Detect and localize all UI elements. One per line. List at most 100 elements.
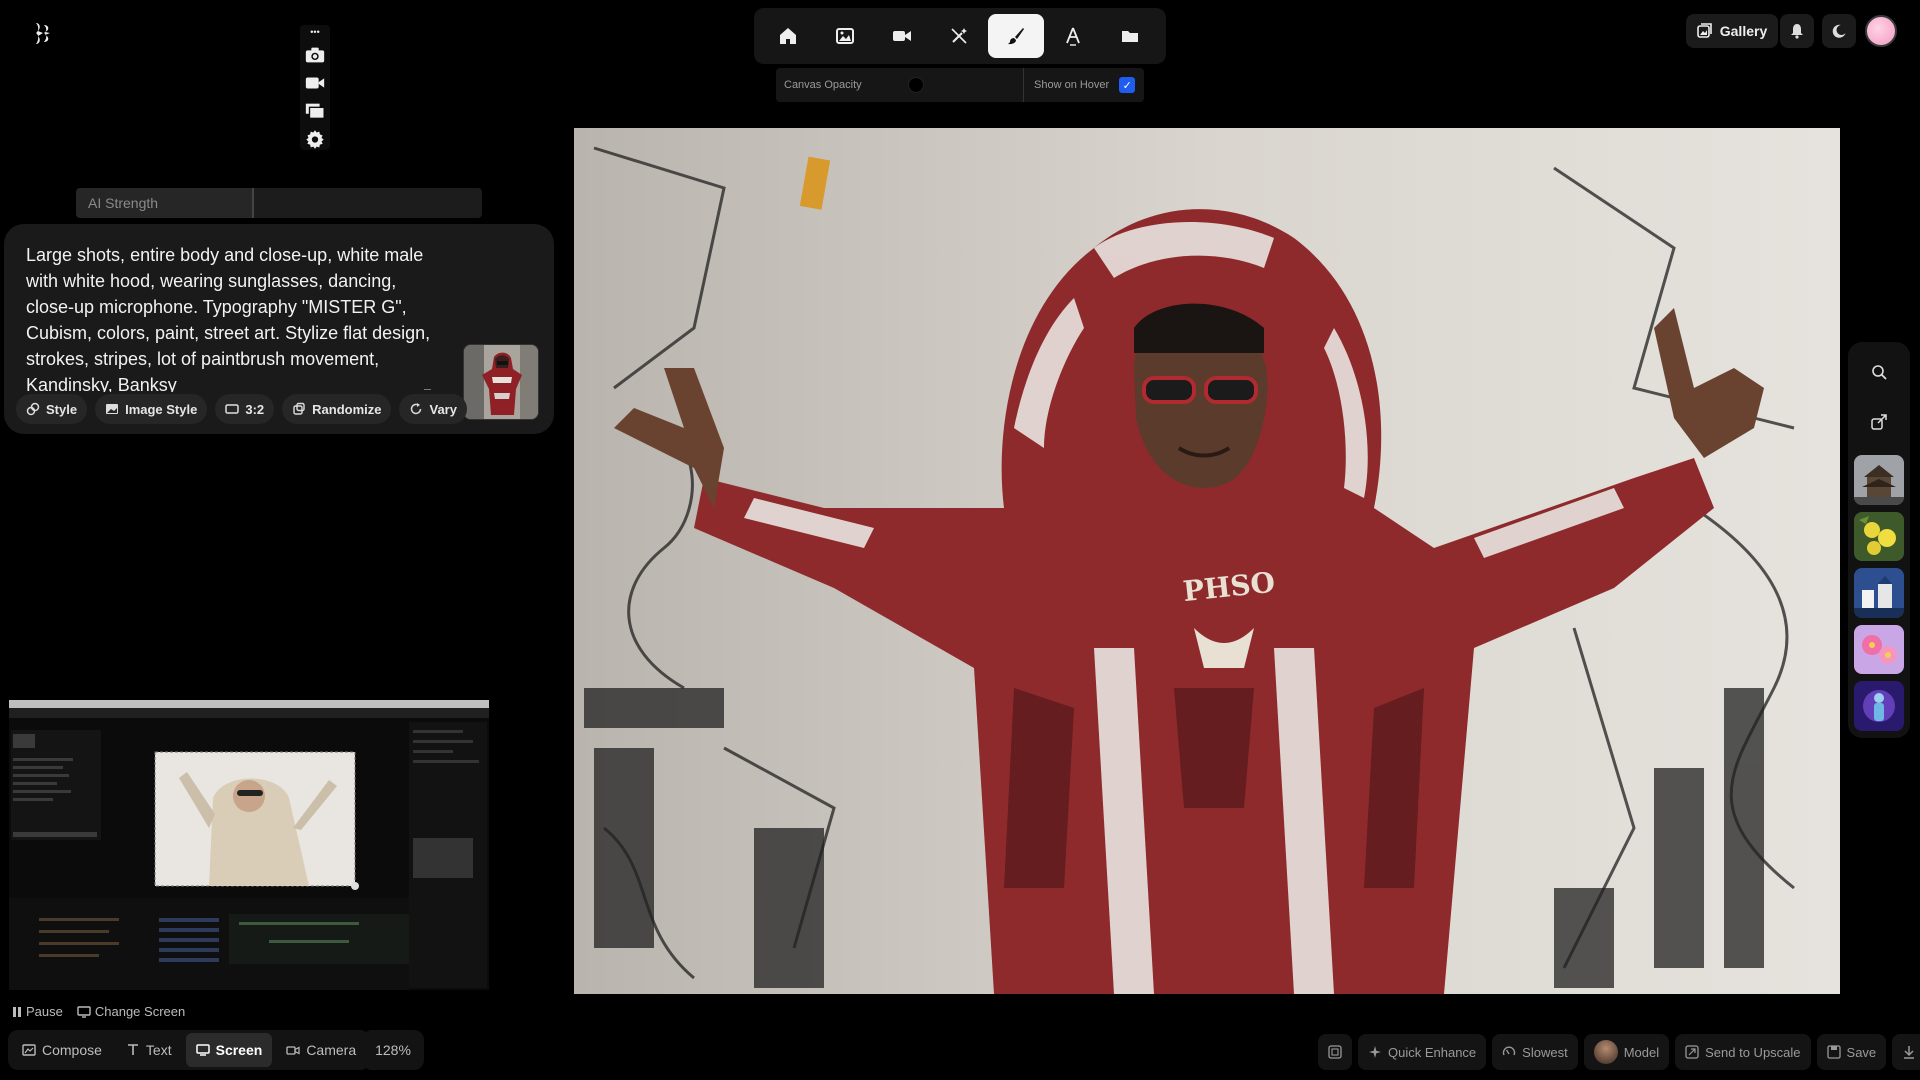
- share-icon: [1871, 413, 1887, 430]
- image-style-label: Image Style: [125, 401, 198, 417]
- image-style-icon: [106, 404, 119, 414]
- link-icon: [26, 402, 40, 416]
- theme-toggle-button[interactable]: [1822, 14, 1856, 48]
- download-icon: [1904, 1046, 1915, 1059]
- action-bar: Quick Enhance Slowest Model Send to Upsc…: [1318, 1034, 1920, 1070]
- app-logo[interactable]: [30, 20, 56, 46]
- magic-wand-off-icon: [951, 28, 967, 44]
- send-to-upscale-button[interactable]: Send to Upscale: [1675, 1034, 1811, 1070]
- download-button[interactable]: [1892, 1034, 1920, 1070]
- notifications-button[interactable]: [1780, 14, 1814, 48]
- home-button[interactable]: [760, 14, 816, 58]
- history-thumbnail[interactable]: [1854, 455, 1904, 505]
- screen-tab[interactable]: Screen: [185, 1033, 273, 1067]
- ai-strength-slider[interactable]: AI Strength: [76, 188, 482, 218]
- brush-icon: [1008, 28, 1024, 45]
- more-icon[interactable]: •••: [310, 27, 319, 37]
- pause-button[interactable]: Pause: [12, 1004, 63, 1019]
- history-thumbnail[interactable]: [1854, 511, 1904, 562]
- reference-image: [464, 345, 538, 419]
- image-style-chip[interactable]: Image Style: [95, 394, 208, 424]
- speed-button[interactable]: Slowest: [1492, 1034, 1578, 1070]
- text-tool-icon: [1066, 27, 1080, 46]
- monitor-icon: [77, 1005, 91, 1018]
- upscale-icon: [1685, 1045, 1699, 1059]
- save-icon: [1826, 1045, 1841, 1059]
- history-thumbnail[interactable]: [1854, 568, 1904, 618]
- reference-image-thumbnail[interactable]: [463, 344, 539, 420]
- show-on-hover-label: Show on Hover: [1034, 79, 1110, 91]
- camera-tab[interactable]: Camera: [276, 1033, 366, 1067]
- dice-icon: [293, 402, 305, 415]
- camera-tab-icon: [286, 1046, 300, 1055]
- speed-label: Slowest: [1522, 1044, 1568, 1060]
- aspect-ratio-chip[interactable]: 3:2: [215, 394, 275, 424]
- history-thumbnail[interactable]: [1854, 681, 1904, 731]
- style-label: Style: [46, 401, 78, 417]
- screen-icon: [195, 1044, 210, 1056]
- magic-wand-button[interactable]: [931, 14, 987, 58]
- settings-icon[interactable]: [304, 129, 326, 149]
- vary-chip[interactable]: Vary: [399, 394, 467, 424]
- mode-toolbar: [754, 8, 1166, 64]
- change-screen-label: Change Screen: [94, 1004, 186, 1019]
- gallery-icon: [1696, 23, 1712, 38]
- randomize-chip[interactable]: Randomize: [282, 394, 392, 424]
- show-on-hover-toggle[interactable]: Show on Hover ✓: [1024, 77, 1136, 93]
- text-mode-button[interactable]: [1045, 14, 1101, 58]
- home-icon: [780, 28, 796, 44]
- video-mode-button[interactable]: [874, 14, 930, 58]
- style-chip[interactable]: Style: [16, 394, 88, 424]
- prompt-panel: Large shots, entire body and close-up, w…: [4, 224, 554, 434]
- model-button[interactable]: Model: [1583, 1034, 1670, 1070]
- compose-label: Compose: [42, 1042, 102, 1058]
- files-button[interactable]: [1102, 14, 1158, 58]
- sparkle-icon: [1369, 1046, 1381, 1058]
- canvas-opacity-bar: Canvas Opacity Show on Hover ✓: [776, 68, 1144, 102]
- prompt-textarea[interactable]: Large shots, entire body and close-up, w…: [26, 242, 431, 392]
- camera-label: Camera: [306, 1042, 357, 1058]
- quick-enhance-button[interactable]: Quick Enhance: [1358, 1034, 1487, 1070]
- share-button[interactable]: [1863, 406, 1895, 438]
- compose-tab[interactable]: Compose: [12, 1033, 112, 1067]
- aspect-ratio-icon: [225, 404, 240, 414]
- canvas-opacity-slider[interactable]: Canvas Opacity: [776, 68, 1024, 102]
- prompt-options: Style Image Style 3:2 Randomize Vary: [16, 394, 467, 424]
- camera-icon[interactable]: [304, 45, 326, 65]
- brush-mode-button[interactable]: [988, 14, 1044, 58]
- image-mode-button[interactable]: [817, 14, 873, 58]
- screen-capture-preview[interactable]: [9, 700, 489, 990]
- moon-icon: [1832, 24, 1846, 38]
- ai-strength-label: AI Strength: [76, 188, 254, 218]
- compare-button[interactable]: [1318, 1034, 1352, 1070]
- coastal-town-thumbnail: [1854, 568, 1904, 618]
- search-button[interactable]: [1863, 356, 1895, 388]
- user-avatar[interactable]: [1865, 15, 1897, 47]
- video-camera-icon[interactable]: [304, 73, 326, 93]
- vary-label: Vary: [429, 401, 457, 417]
- zoom-level[interactable]: 128%: [362, 1030, 424, 1070]
- aspect-ratio-label: 3:2: [245, 401, 265, 417]
- layers-icon[interactable]: [304, 101, 326, 121]
- pause-label: Pause: [26, 1004, 63, 1019]
- text-label: Text: [145, 1042, 172, 1058]
- opacity-knob[interactable]: [908, 77, 924, 93]
- quick-enhance-label: Quick Enhance: [1388, 1044, 1477, 1060]
- history-thumbnail[interactable]: [1854, 624, 1904, 675]
- pause-icon: [13, 1006, 21, 1017]
- text-tab[interactable]: Text: [116, 1033, 182, 1067]
- screen-capture-image: [9, 708, 489, 990]
- folder-icon: [1122, 31, 1138, 42]
- change-screen-button[interactable]: Change Screen: [77, 1004, 185, 1019]
- bell-icon: [1791, 24, 1803, 39]
- show-on-hover-checkbox[interactable]: ✓: [1119, 77, 1136, 93]
- generated-image-canvas[interactable]: PHSO: [574, 128, 1840, 994]
- randomize-label: Randomize: [312, 401, 382, 417]
- input-mode-bar: Compose Text Screen Camera: [8, 1030, 371, 1070]
- gallery-label: Gallery: [1719, 23, 1768, 39]
- model-label: Model: [1623, 1044, 1660, 1060]
- logo-icon: [36, 23, 50, 44]
- figure-thumbnail: [1854, 681, 1904, 731]
- save-button[interactable]: Save: [1816, 1034, 1887, 1070]
- gallery-button[interactable]: Gallery: [1686, 14, 1778, 48]
